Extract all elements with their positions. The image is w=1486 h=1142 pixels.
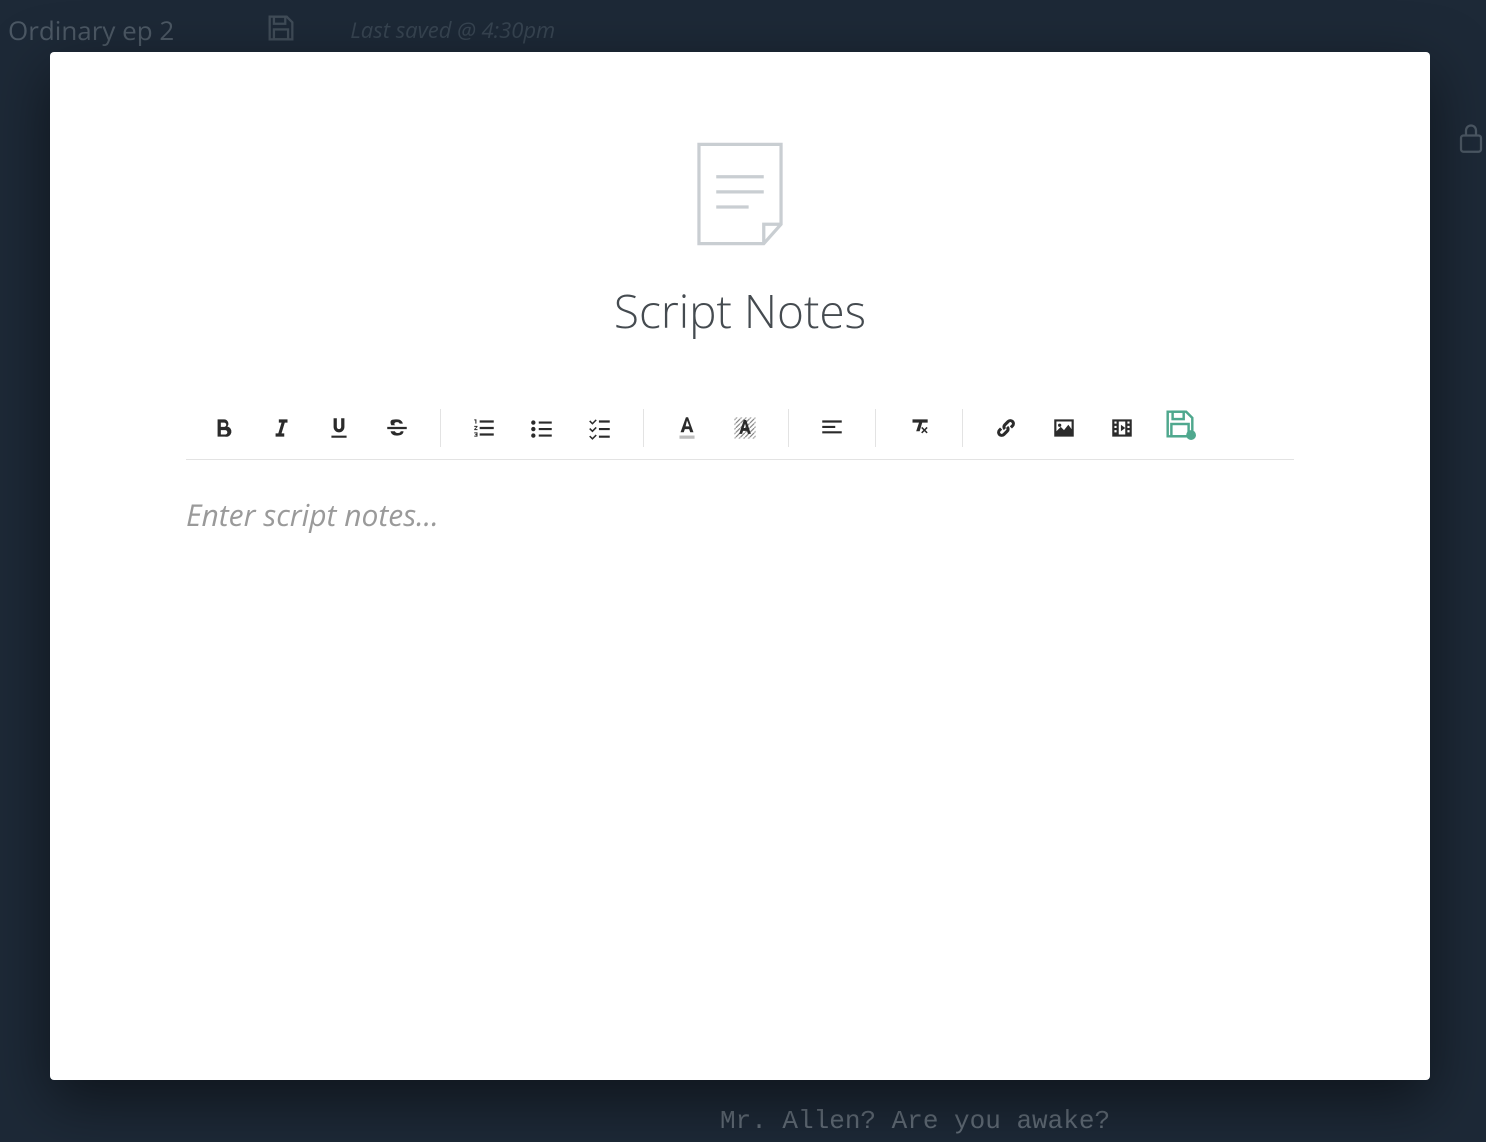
editor-area: Enter script notes...	[186, 460, 1294, 1080]
editor-toolbar	[186, 396, 1294, 460]
image-button[interactable]	[1035, 404, 1093, 452]
clear-format-icon	[905, 415, 933, 441]
document-icon	[686, 140, 794, 248]
toolbar-divider	[875, 409, 876, 447]
check-list-button[interactable]	[571, 404, 629, 452]
save-icon	[1164, 408, 1196, 440]
toolbar-divider	[962, 409, 963, 447]
toolbar-divider	[643, 409, 644, 447]
strikethrough-button[interactable]	[368, 404, 426, 452]
image-icon	[1050, 415, 1078, 441]
clear-format-button[interactable]	[890, 404, 948, 452]
ordered-list-button[interactable]	[455, 404, 513, 452]
script-notes-editor[interactable]: Enter script notes...	[186, 494, 1294, 894]
bullet-list-button[interactable]	[513, 404, 571, 452]
highlight-icon	[731, 414, 759, 442]
toolbar-group-align	[795, 396, 869, 459]
text-color-button[interactable]	[658, 404, 716, 452]
text-color-icon	[674, 414, 700, 442]
video-button[interactable]	[1093, 404, 1151, 452]
strikethrough-icon	[383, 415, 411, 441]
toolbar-divider	[788, 409, 789, 447]
toolbar-group-text-style	[186, 396, 434, 459]
toolbar-group-clear	[882, 396, 956, 459]
modal-header: Script Notes	[50, 52, 1430, 342]
link-icon	[992, 415, 1020, 441]
bold-icon	[210, 415, 236, 441]
bold-button[interactable]	[194, 404, 252, 452]
align-left-icon	[818, 415, 846, 441]
align-button[interactable]	[803, 404, 861, 452]
underline-button[interactable]	[310, 404, 368, 452]
link-button[interactable]	[977, 404, 1035, 452]
italic-icon	[268, 415, 294, 441]
save-button[interactable]	[1151, 400, 1209, 448]
ordered-list-icon	[470, 415, 498, 441]
background-color-button[interactable]	[716, 404, 774, 452]
modal-title: Script Notes	[614, 280, 866, 342]
toolbar-group-insert	[969, 396, 1217, 459]
italic-button[interactable]	[252, 404, 310, 452]
underline-icon	[326, 415, 352, 441]
toolbar-group-lists	[447, 396, 637, 459]
script-notes-modal: Script Notes	[50, 52, 1430, 1080]
bullet-list-icon	[528, 415, 556, 441]
film-icon	[1108, 415, 1136, 441]
check-list-icon	[586, 415, 614, 441]
toolbar-group-color	[650, 396, 782, 459]
toolbar-divider	[440, 409, 441, 447]
